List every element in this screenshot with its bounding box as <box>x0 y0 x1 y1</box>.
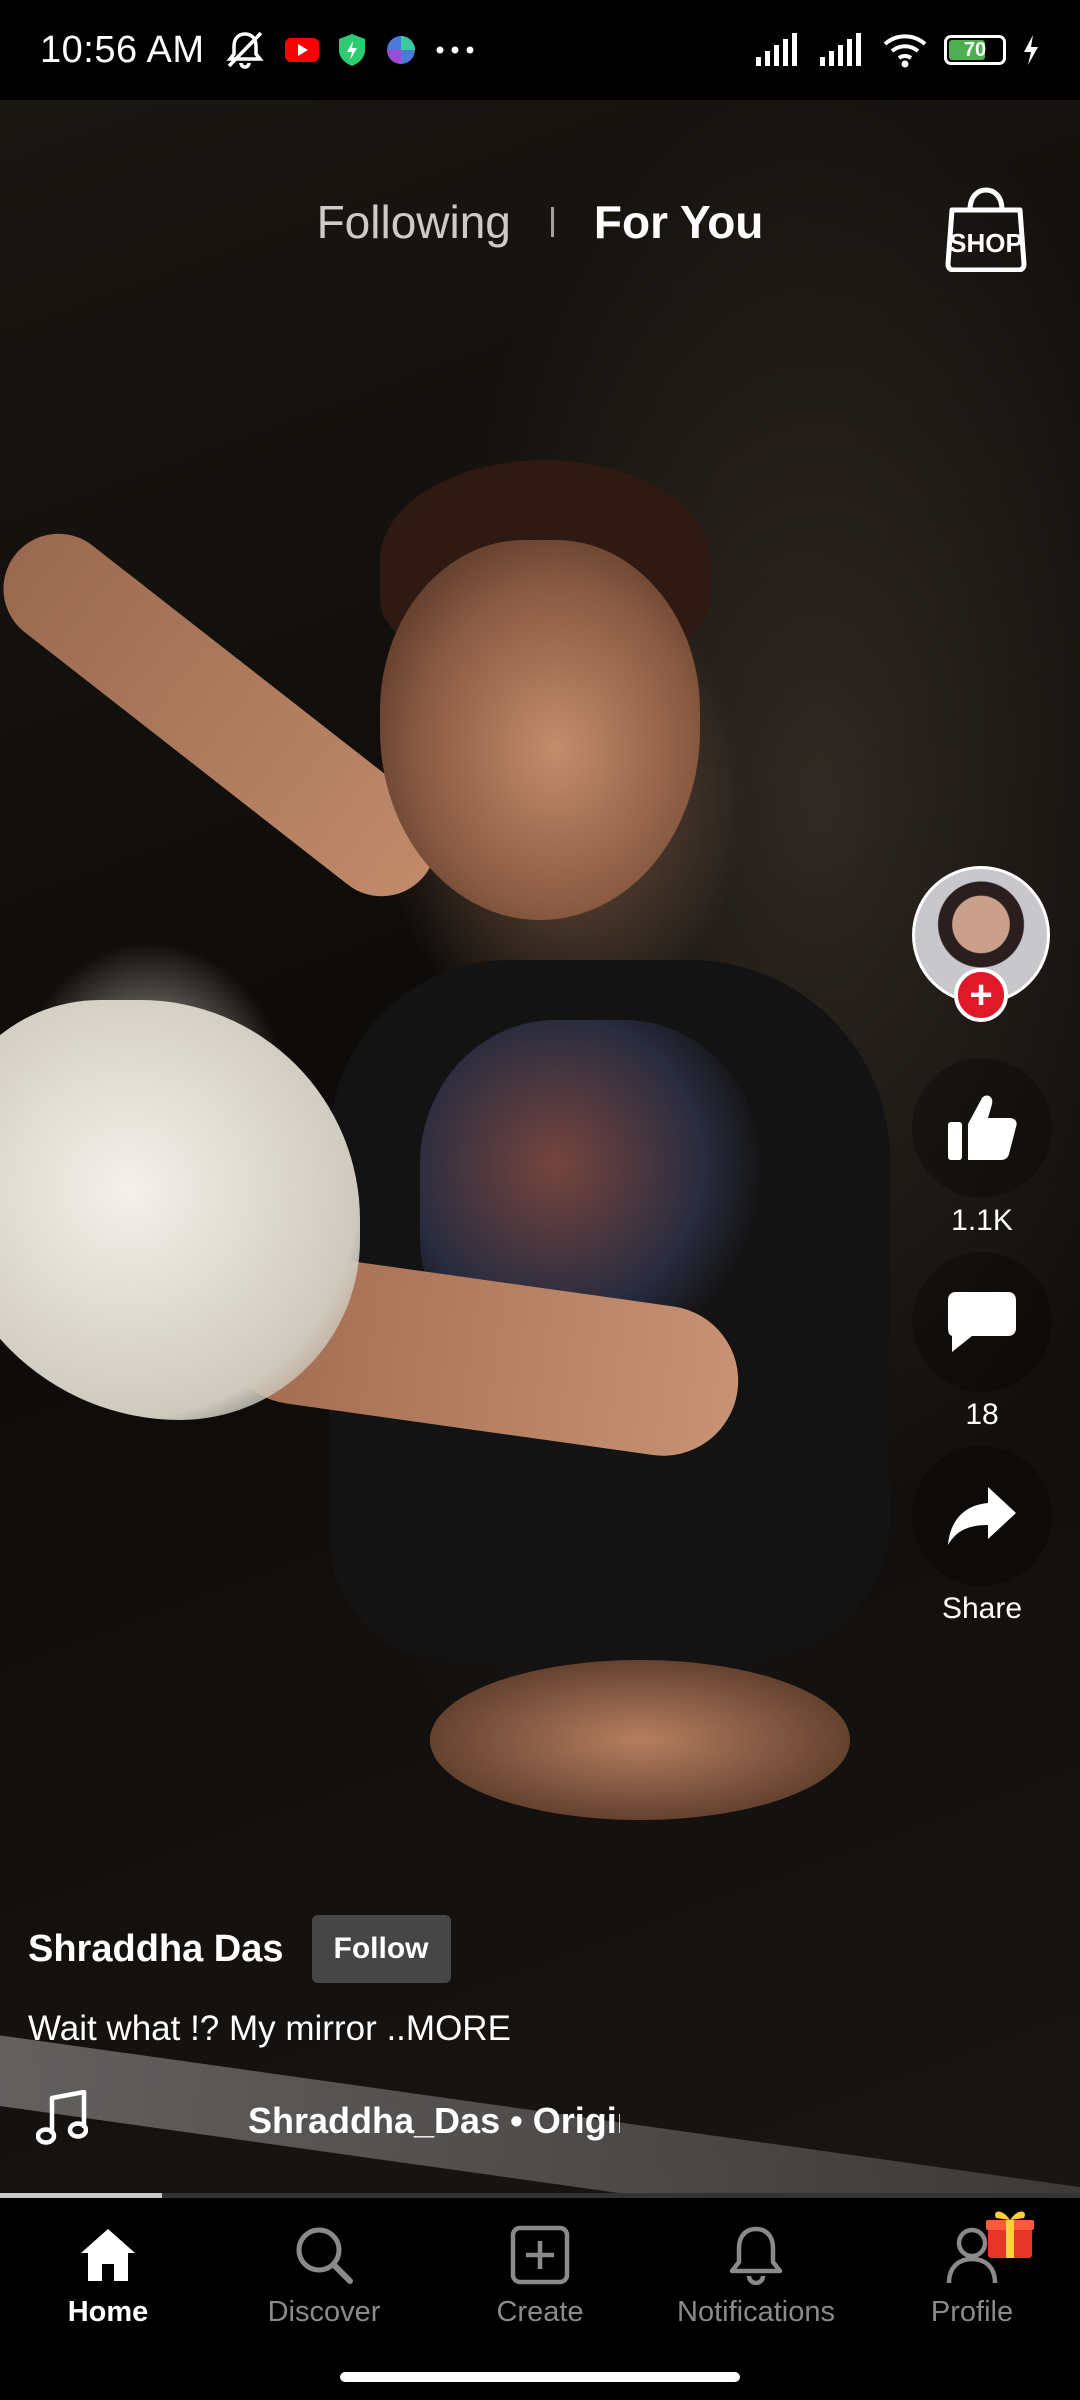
follow-button[interactable]: Follow <box>311 1915 451 1983</box>
nav-profile[interactable]: Profile <box>864 2198 1080 2400</box>
action-rail: + 1.1K 18 Share <box>912 866 1052 1626</box>
like-count: 1.1K <box>951 1204 1013 1237</box>
status-right: 70 <box>754 32 1040 68</box>
app-circle-icon <box>385 34 417 66</box>
music-track-text[interactable]: Shraddha_Das • Original Sound <box>248 2100 620 2142</box>
comment-bubble-icon <box>948 1292 1016 1352</box>
video-frame-detail <box>0 1000 360 1420</box>
nav-home[interactable]: Home <box>0 2198 216 2400</box>
status-bar: 10:56 AM 70 <box>0 0 1080 100</box>
creator-username[interactable]: Shraddha Das <box>28 1928 284 1971</box>
thumbs-up-icon <box>948 1095 1017 1160</box>
nav-profile-label: Profile <box>930 2296 1014 2328</box>
tab-for-you[interactable]: For You <box>554 195 804 249</box>
nav-home-label: Home <box>67 2296 149 2328</box>
gift-icon <box>984 2204 1036 2265</box>
home-icon <box>78 2220 138 2290</box>
nav-notifications[interactable]: Notifications <box>648 2198 864 2400</box>
battery-icon: 70 <box>944 35 1006 65</box>
like-button[interactable] <box>912 1058 1052 1198</box>
post-caption[interactable]: Wait what !? My mirror ..MORE <box>28 2009 928 2049</box>
nav-create-label: Create <box>496 2296 584 2328</box>
creator-row: Shraddha Das Follow <box>28 1915 928 1983</box>
nav-create[interactable]: Create <box>432 2198 648 2400</box>
nav-discover-label: Discover <box>267 2296 381 2328</box>
search-icon <box>294 2220 354 2290</box>
follow-plus-button[interactable]: + <box>954 968 1008 1022</box>
youtube-icon <box>284 37 319 63</box>
share-label: Share <box>941 1592 1023 1625</box>
tab-following[interactable]: Following <box>277 195 551 249</box>
shield-icon <box>337 33 367 67</box>
shop-button[interactable]: SHOP <box>944 186 1028 273</box>
nav-notifications-label: Notifications <box>677 2296 835 2328</box>
status-left: 10:56 AM <box>40 29 475 72</box>
more-dots-icon <box>435 45 475 55</box>
battery-level: 70 <box>963 38 987 61</box>
shop-label: SHOP <box>949 228 1023 258</box>
charging-icon <box>1022 35 1040 65</box>
post-info: Shraddha Das Follow Wait what !? My mirr… <box>28 1915 928 2049</box>
feed-tabs: Following For You <box>0 195 1080 249</box>
bell-icon <box>728 2220 784 2290</box>
music-note-icon <box>36 2090 88 2145</box>
bottom-nav: Home Discover Create Notifications Profi… <box>0 2198 1080 2400</box>
share-arrow-icon <box>948 1487 1016 1545</box>
create-plus-icon <box>510 2220 570 2290</box>
signal-icon <box>754 33 802 67</box>
comment-count: 18 <box>965 1398 999 1431</box>
video-frame-detail <box>380 540 700 920</box>
status-time: 10:56 AM <box>40 28 205 71</box>
wifi-icon <box>882 32 928 68</box>
creator-avatar[interactable]: + <box>912 866 1052 1022</box>
share-button[interactable] <box>912 1446 1052 1586</box>
comment-button[interactable] <box>912 1252 1052 1392</box>
shop-bag-icon: SHOP <box>945 187 1027 273</box>
mute-bell-icon <box>223 30 267 70</box>
signal-icon <box>818 33 866 67</box>
nav-discover[interactable]: Discover <box>216 2198 432 2400</box>
video-frame-detail <box>430 1660 850 1820</box>
home-indicator <box>340 2372 740 2382</box>
